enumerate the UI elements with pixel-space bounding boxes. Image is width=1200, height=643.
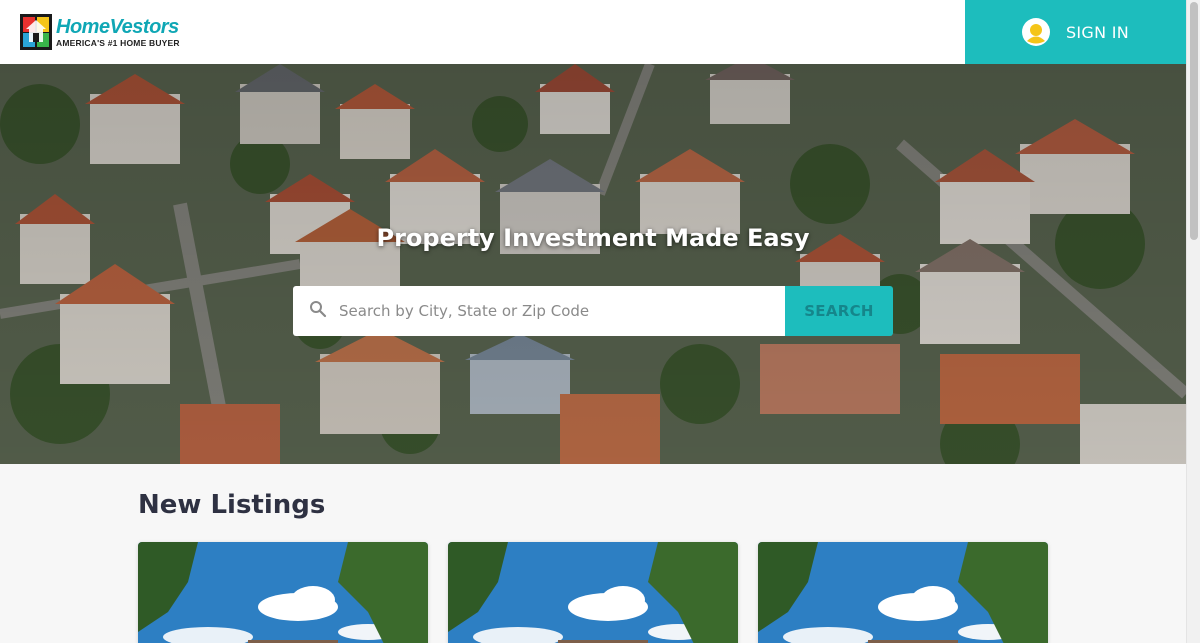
listing-card[interactable] <box>448 542 738 643</box>
search-field-wrapper[interactable] <box>293 286 785 336</box>
logo-house-icon <box>20 14 52 50</box>
search-button[interactable]: SEARCH <box>785 286 893 336</box>
hero-title: Property Investment Made Easy <box>376 224 810 252</box>
scrollbar-thumb[interactable] <box>1190 2 1198 240</box>
listing-card[interactable] <box>138 542 428 643</box>
search-form: SEARCH <box>293 286 893 336</box>
user-avatar-icon <box>1021 18 1050 46</box>
sign-in-label: SIGN IN <box>1065 22 1130 42</box>
hero-banner: Property Investment Made Easy SEARCH <box>0 64 1186 464</box>
homevestors-logo[interactable]: HomeVestors AMERICA'S #1 HOME BUYER <box>20 14 180 50</box>
listing-card[interactable] <box>758 542 1048 643</box>
logo-tagline: AMERICA'S #1 HOME BUYER <box>56 38 180 48</box>
logo-name: HomeVestors <box>56 16 179 38</box>
sign-in-button[interactable]: SIGN IN <box>965 0 1186 64</box>
neighborhood-aerial-photo <box>0 64 1186 464</box>
new-listings-heading: New Listings <box>138 490 326 520</box>
page-scrollbar[interactable] <box>1186 0 1200 643</box>
house-photo <box>448 542 738 643</box>
search-icon <box>309 300 327 322</box>
site-header: HomeVestors AMERICA'S #1 HOME BUYER SIGN… <box>0 0 1186 64</box>
search-input[interactable] <box>339 302 785 320</box>
house-photo <box>138 542 428 643</box>
house-photo <box>758 542 1048 643</box>
